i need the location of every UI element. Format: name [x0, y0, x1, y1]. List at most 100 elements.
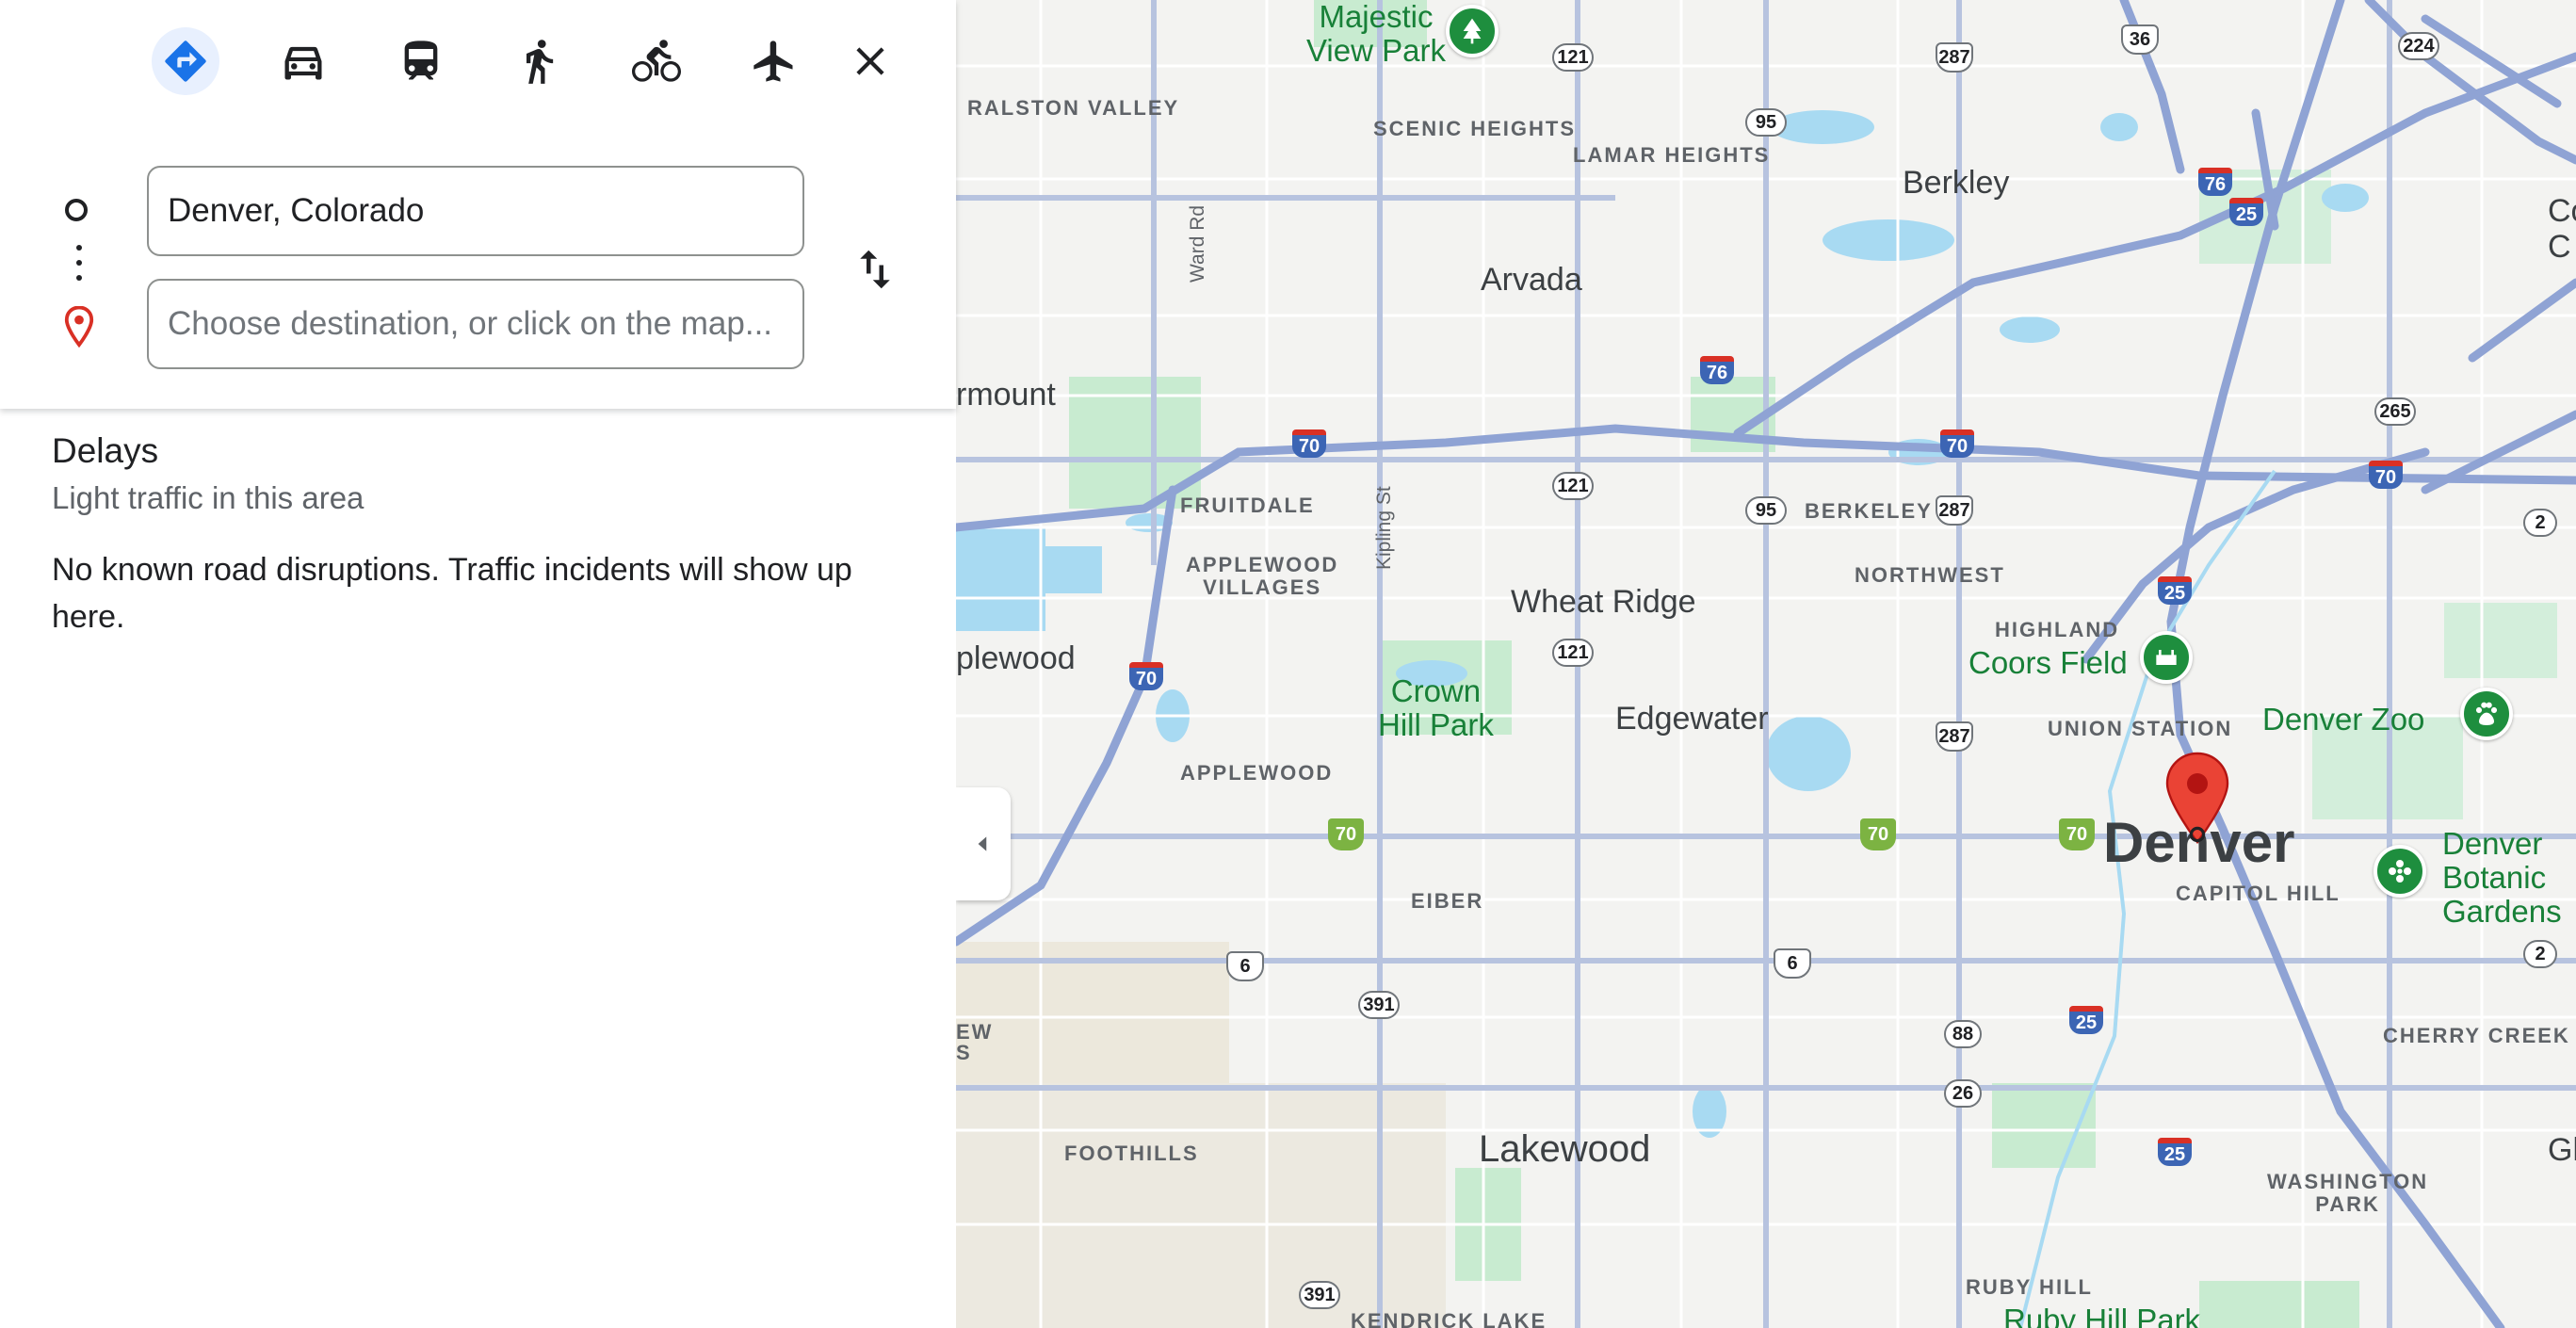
destination-pin-icon	[64, 306, 94, 348]
map-label-majestic-view-park[interactable]: Majestic View Park	[1306, 0, 1446, 68]
close-directions-button[interactable]	[836, 27, 904, 95]
map-label-applewood-villages[interactable]: APPLEWOOD VILLAGES	[1186, 554, 1338, 599]
map-label-ruby-hill[interactable]: RUBY HILL	[1966, 1275, 2093, 1300]
park-poi-icon[interactable]	[1446, 5, 1499, 57]
route-dot-icon	[76, 275, 82, 281]
map-label-berkeley[interactable]: BERKELEY	[1805, 499, 1933, 524]
map-label-eiber[interactable]: EIBER	[1411, 889, 1483, 914]
map-label-lakewood[interactable]: Lakewood	[1479, 1128, 1650, 1171]
traffic-status-text: Light traffic in this area	[52, 480, 365, 515]
walking-icon	[527, 40, 554, 84]
i76-shield[interactable]: 76	[1700, 356, 1734, 384]
map-label-northwest[interactable]: NORTHWEST	[1855, 563, 2005, 588]
sr391-shield[interactable]: 391	[1299, 1281, 1340, 1309]
sr121-shield[interactable]: 121	[1552, 472, 1594, 500]
map-label-edgewater-west[interactable]: EW S	[956, 1022, 993, 1063]
sr95-shield[interactable]: 95	[1745, 108, 1787, 137]
map-label-union-station[interactable]: UNION STATION	[2048, 717, 2232, 741]
map-label-berkley[interactable]: Berkley	[1903, 165, 2009, 202]
map-label-denver-zoo[interactable]: Denver Zoo	[2262, 703, 2424, 737]
swap-directions-button[interactable]	[841, 235, 909, 303]
map-label-crown-hill-park[interactable]: Crown Hill Park	[1378, 674, 1494, 742]
paw-icon	[2475, 702, 2498, 725]
zoo-poi-icon[interactable]	[2460, 688, 2513, 740]
collapse-panel-button[interactable]	[956, 787, 1011, 900]
us6-shield[interactable]: 6	[1226, 951, 1264, 981]
sr391-shield[interactable]: 391	[1358, 991, 1400, 1019]
disruptions-message: No known road disruptions. Traffic incid…	[52, 552, 852, 635]
map-label-applewood[interactable]: APPLEWOOD	[1180, 761, 1333, 785]
swap-vertical-icon	[860, 250, 890, 289]
sr2-shield[interactable]: 2	[2523, 940, 2557, 968]
map-label-ruby-hill-park[interactable]: Ruby Hill Park	[2003, 1304, 2200, 1328]
us36-shield[interactable]: 36	[2121, 24, 2159, 55]
map-label-lakewood-west[interactable]: plewood	[956, 640, 1076, 677]
sr26-shield[interactable]: 26	[1944, 1079, 1982, 1108]
i70-shield[interactable]: 70	[2369, 461, 2403, 489]
map-label-edgewater[interactable]: Edgewater	[1615, 701, 1769, 737]
mode-transit-button[interactable]	[387, 27, 455, 95]
i70-business-shield[interactable]: 70	[1328, 818, 1364, 850]
map-label-denver-botanic-gardens[interactable]: Denver Botanic Gardens	[2442, 827, 2562, 929]
sr88-shield[interactable]: 88	[1944, 1020, 1982, 1048]
i70-shield[interactable]: 70	[1129, 662, 1163, 690]
stadium-poi-icon[interactable]	[2140, 631, 2193, 684]
map-label-highland[interactable]: HIGHLAND	[1995, 618, 2119, 642]
origin-circle-icon	[65, 199, 88, 221]
car-icon	[284, 46, 322, 80]
map-canvas[interactable]: Majestic View Park RALSTON VALLEY SCENIC…	[956, 0, 2576, 1328]
map-label-kendrick-lake[interactable]: KENDRICK LAKE	[1351, 1309, 1547, 1328]
delays-heading: Delays	[52, 431, 159, 470]
i76-shield[interactable]: 76	[2198, 168, 2232, 196]
map-label-wheat-ridge[interactable]: Wheat Ridge	[1511, 584, 1696, 621]
location-pin-icon[interactable]	[2165, 752, 2229, 846]
route-dot-icon	[76, 245, 82, 251]
i70-shield[interactable]: 70	[1292, 429, 1326, 458]
sr224-shield[interactable]: 224	[2398, 32, 2439, 60]
sr2-shield[interactable]: 2	[2523, 509, 2557, 537]
map-label-capitol-hill[interactable]: CAPITOL HILL	[2176, 882, 2341, 906]
sr95-shield[interactable]: 95	[1745, 496, 1787, 525]
i25-shield[interactable]: 25	[2229, 198, 2263, 226]
bus-icon	[404, 40, 438, 80]
map-label-cherry-creek[interactable]: CHERRY CREEK	[2383, 1024, 2570, 1048]
map-label-westminster[interactable]: rmount	[956, 377, 1056, 413]
directions-panel: Delays Light traffic in this area No kno…	[0, 0, 956, 1328]
i70-business-shield[interactable]: 70	[2059, 818, 2095, 850]
directions-icon	[165, 40, 206, 82]
map-label-foothills[interactable]: FOOTHILLS	[1064, 1142, 1199, 1166]
airplane-icon	[753, 40, 793, 82]
map-label-commerce-city[interactable]: Com C	[2548, 193, 2576, 265]
mode-walking-button[interactable]	[505, 27, 573, 95]
map-label-ralston-valley[interactable]: RALSTON VALLEY	[967, 96, 1179, 121]
mode-cycling-button[interactable]	[623, 27, 690, 95]
map-label-scenic-heights[interactable]: SCENIC HEIGHTS	[1373, 117, 1576, 141]
i70-business-shield[interactable]: 70	[1860, 818, 1896, 850]
us6-shield[interactable]: 6	[1774, 948, 1811, 979]
bicycle-icon	[632, 40, 681, 82]
map-label-coors-field[interactable]: Coors Field	[1968, 646, 2128, 680]
us287-shield[interactable]: 287	[1936, 495, 1973, 526]
map-label-arvada[interactable]: Arvada	[1481, 262, 1582, 299]
sr121-shield[interactable]: 121	[1552, 43, 1594, 72]
garden-poi-icon[interactable]	[2373, 845, 2426, 898]
mode-flights-button[interactable]	[740, 27, 808, 95]
sr265-shield[interactable]: 265	[2374, 397, 2416, 426]
destination-input[interactable]	[147, 279, 804, 369]
mode-best-button[interactable]	[152, 27, 219, 95]
mode-driving-button[interactable]	[269, 27, 337, 95]
us287-shield[interactable]: 287	[1936, 721, 1973, 752]
i25-shield[interactable]: 25	[2158, 1138, 2192, 1166]
i25-shield[interactable]: 25	[2069, 1006, 2103, 1034]
map-label-kipling-st[interactable]: Kipling St	[1373, 486, 1396, 570]
map-label-lamar-heights[interactable]: LAMAR HEIGHTS	[1573, 143, 1770, 168]
sr121-shield[interactable]: 121	[1552, 639, 1594, 667]
map-label-washington-park[interactable]: WASHINGTON PARK	[2267, 1171, 2428, 1216]
map-label-glendale[interactable]: Gle	[2548, 1132, 2576, 1169]
i70-shield[interactable]: 70	[1940, 429, 1974, 458]
i25-shield[interactable]: 25	[2158, 576, 2192, 605]
us287-shield[interactable]: 287	[1936, 42, 1973, 73]
map-label-fruitdale[interactable]: FRUITDALE	[1180, 494, 1315, 518]
map-label-ward-rd[interactable]: Ward Rd	[1187, 205, 1209, 283]
origin-input[interactable]	[147, 166, 804, 256]
